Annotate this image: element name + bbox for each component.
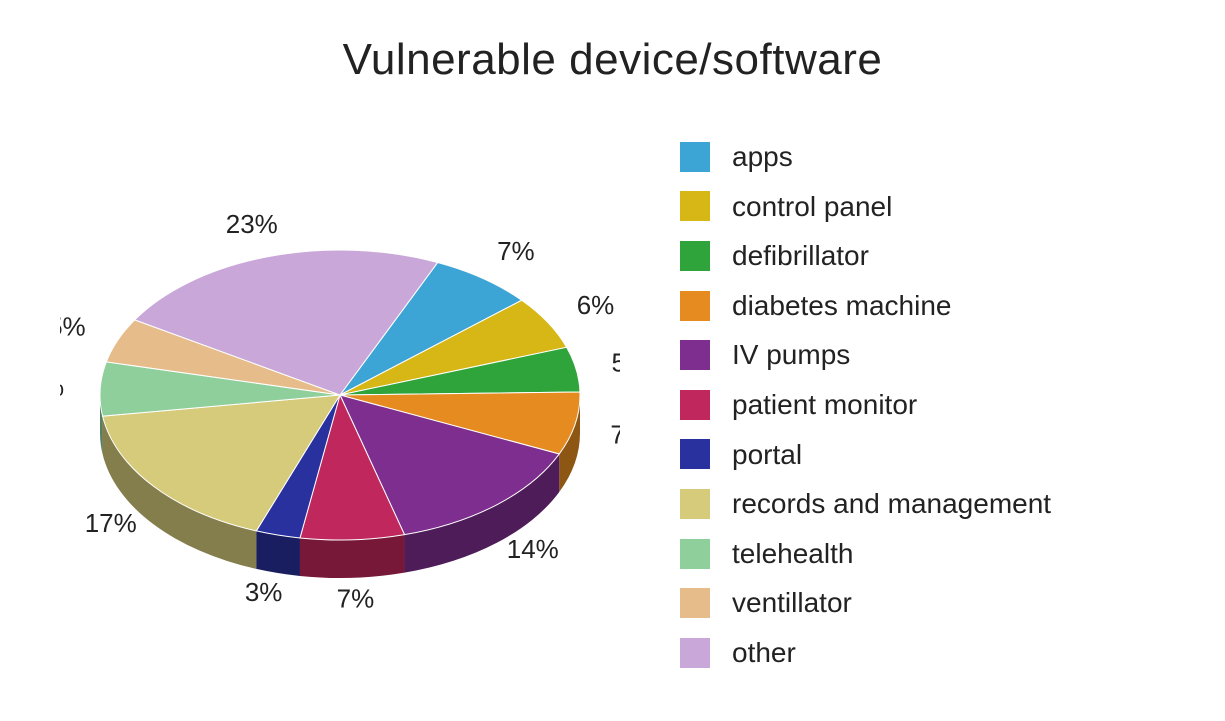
legend-swatch (680, 191, 710, 221)
legend-label: diabetes machine (732, 289, 951, 323)
legend-item: apps (680, 140, 1180, 174)
legend-swatch (680, 588, 710, 618)
pie-chart: 7% 6% 5% 7% 14% 7% 3% 17% 6% 5% 23% (60, 140, 620, 620)
legend-swatch (680, 439, 710, 469)
legend-label: records and management (732, 487, 1051, 521)
legend-item: defibrillator (680, 239, 1180, 273)
legend-label: ventillator (732, 586, 852, 620)
legend-swatch (680, 489, 710, 519)
pie-slice-label: 5% (60, 312, 86, 342)
legend-item: telehealth (680, 537, 1180, 571)
pie-slice-label: 7% (610, 419, 620, 449)
legend-swatch (680, 390, 710, 420)
chart-title: Vulnerable device/software (0, 35, 1225, 85)
legend-swatch (680, 291, 710, 321)
legend-item: other (680, 636, 1180, 670)
chart-legend: apps control panel defibrillator diabetes m… (680, 140, 1180, 686)
legend-item: ventillator (680, 586, 1180, 620)
legend-swatch (680, 142, 710, 172)
legend-swatch (680, 241, 710, 271)
legend-swatch (680, 539, 710, 569)
pie-slice-label: 5% (612, 347, 620, 377)
pie-slice-label: 7% (497, 236, 535, 266)
pie-slice-label: 3% (245, 577, 283, 607)
legend-label: telehealth (732, 537, 853, 571)
legend-label: portal (732, 438, 802, 472)
pie-slice-label: 6% (60, 372, 64, 402)
legend-label: IV pumps (732, 338, 850, 372)
legend-item: control panel (680, 190, 1180, 224)
legend-label: control panel (732, 190, 892, 224)
pie-slice-label: 6% (577, 290, 615, 320)
pie-slice-label: 14% (507, 534, 559, 564)
pie-slice-side (300, 535, 405, 578)
legend-label: patient monitor (732, 388, 917, 422)
legend-swatch (680, 638, 710, 668)
pie-slice-label: 7% (337, 584, 375, 614)
legend-item: diabetes machine (680, 289, 1180, 323)
pie-slice-label: 23% (226, 209, 278, 239)
legend-label: other (732, 636, 796, 670)
legend-label: defibrillator (732, 239, 869, 273)
legend-item: portal (680, 438, 1180, 472)
pie-slice-label: 17% (85, 508, 137, 538)
legend-swatch (680, 340, 710, 370)
legend-item: IV pumps (680, 338, 1180, 372)
legend-item: records and management (680, 487, 1180, 521)
legend-label: apps (732, 140, 793, 174)
legend-item: patient monitor (680, 388, 1180, 422)
